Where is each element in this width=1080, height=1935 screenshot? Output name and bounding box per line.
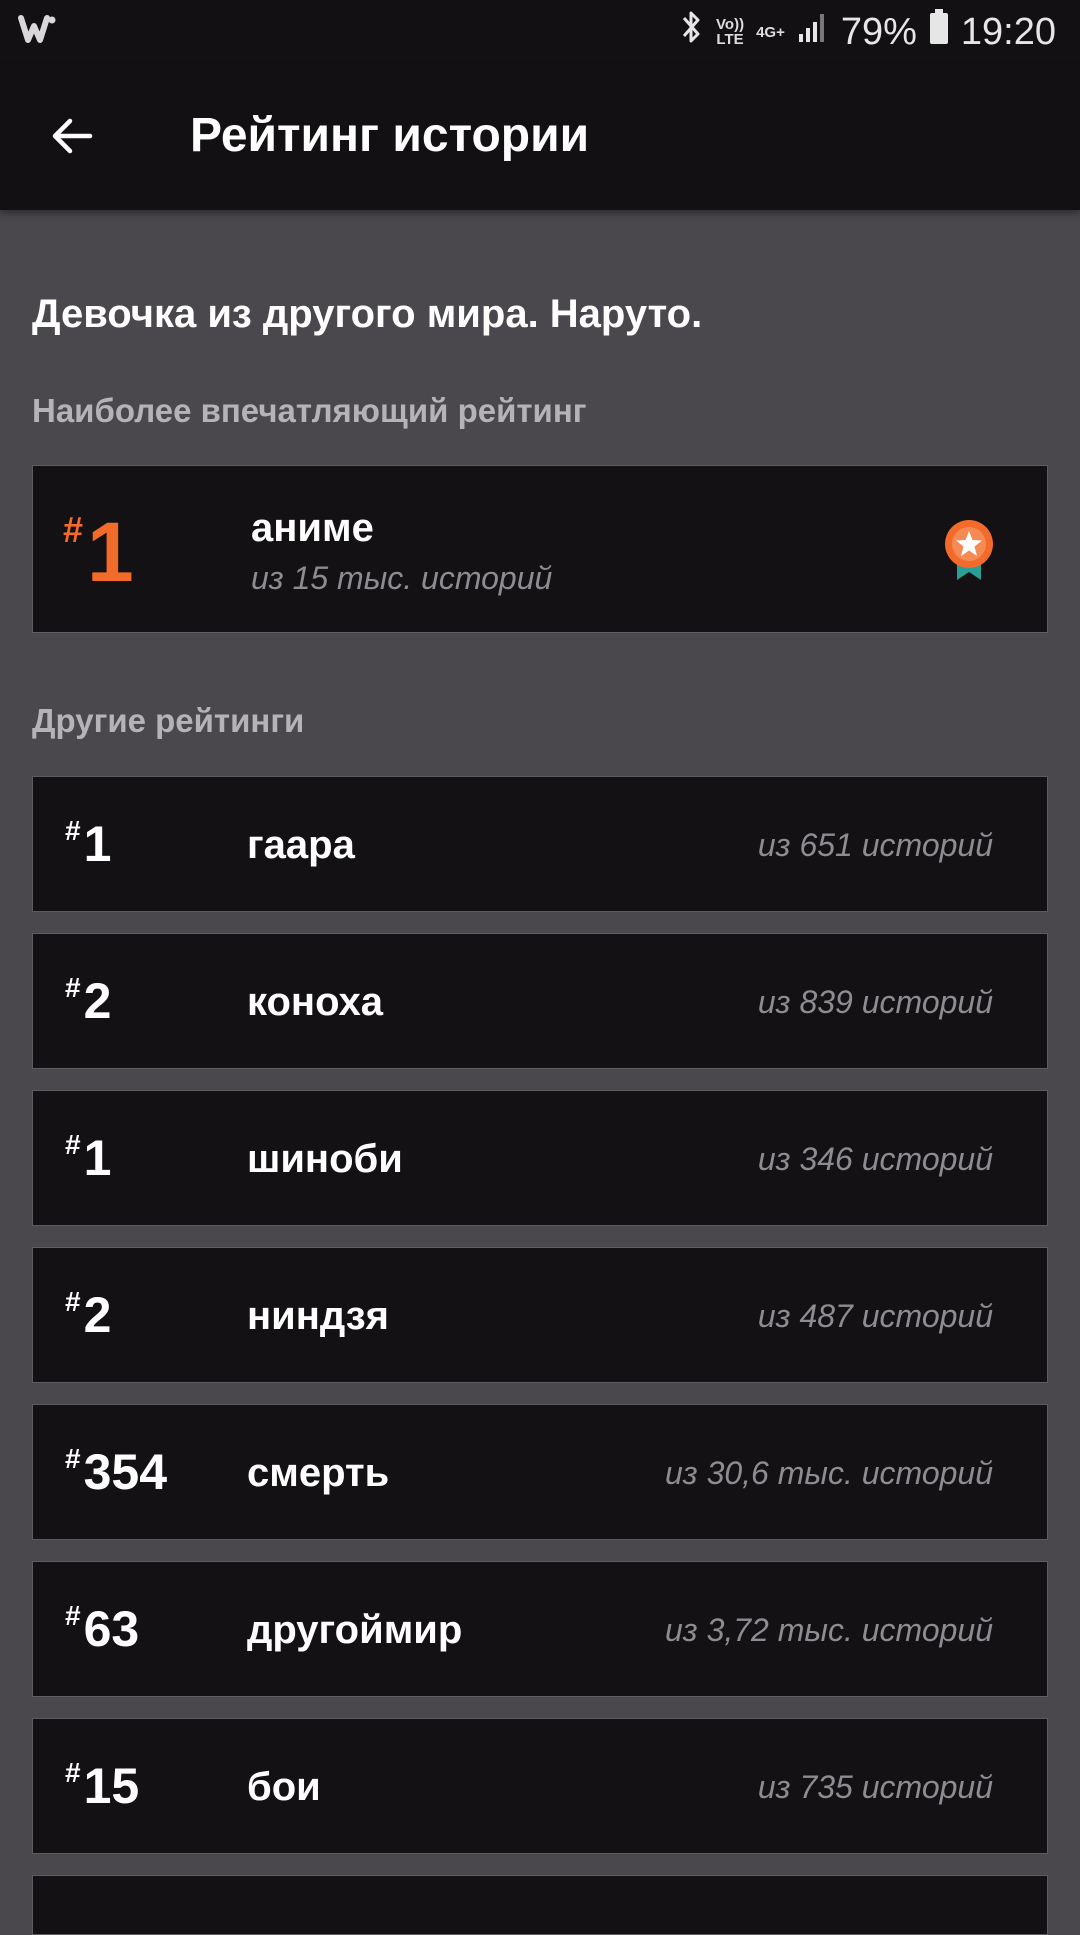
medal-icon <box>943 518 995 582</box>
rank-number: 2 <box>83 973 112 1029</box>
bluetooth-icon <box>680 8 704 56</box>
rank-number: 354 <box>83 1444 168 1500</box>
rank-hash: # <box>65 972 81 1003</box>
story-title: Девочка из другого мира. Наруто. <box>32 292 703 336</box>
featured-tag-count: из 15 тыс. историй <box>251 560 553 596</box>
tag-count: из 3,72 тыс. историй <box>665 1612 993 1648</box>
status-bar: Vo)) LTE 4G+ 79% 19:20 <box>0 0 1080 64</box>
tag-name: коноха <box>247 980 384 1024</box>
rank-hash: # <box>65 1443 81 1474</box>
tag-count: из 30,6 тыс. историй <box>665 1455 993 1491</box>
tag-count: из 346 историй <box>757 1141 993 1177</box>
rank-number: 1 <box>87 505 134 599</box>
rank-hash: # <box>65 1600 81 1631</box>
back-button[interactable] <box>40 104 104 168</box>
battery-percent: 79% <box>840 10 917 53</box>
tag-count: из 487 историй <box>757 1298 993 1334</box>
featured-rank: # 1 <box>63 510 134 594</box>
arrow-left-icon <box>52 118 93 154</box>
rank-number: 1 <box>83 1130 112 1186</box>
tag-name: шиноби <box>247 1137 403 1181</box>
rank-hash: # <box>63 509 84 550</box>
ranking-card[interactable]: # 15 бои из 735 историй <box>32 1718 1048 1854</box>
volte-indicator: Vo)) LTE <box>716 17 744 47</box>
ranking-card[interactable]: # 2 ниндзя из 487 историй <box>32 1247 1048 1383</box>
rank-hash: # <box>65 1286 81 1317</box>
rank-number: 2 <box>83 1287 112 1343</box>
tag-name: ниндзя <box>247 1294 390 1338</box>
rank: # 63 <box>65 1600 140 1657</box>
featured-section-label: Наиболее впечатляющий рейтинг <box>32 392 587 429</box>
lte-text: LTE <box>716 31 744 48</box>
tag-name: бои <box>247 1765 321 1809</box>
featured-ranking-card[interactable]: # 1 аниме из 15 тыс. историй <box>32 465 1048 633</box>
signal-icon <box>797 10 829 54</box>
rank-number: 15 <box>83 1758 140 1814</box>
rank: # 2 <box>65 972 112 1029</box>
tag-count: из 651 историй <box>757 827 993 863</box>
ranking-card[interactable]: # 1 шиноби из 346 историй <box>32 1090 1048 1226</box>
rank-number: 63 <box>83 1601 140 1657</box>
rank-hash: # <box>65 1129 81 1160</box>
other-rankings-label: Другие рейтинги <box>32 702 305 739</box>
rank-hash: # <box>65 815 81 846</box>
rank: # 2 <box>65 1286 112 1343</box>
tag-count: из 839 историй <box>757 984 993 1020</box>
battery-icon <box>929 9 949 55</box>
rank: # 354 <box>65 1443 168 1500</box>
tag-name: гаара <box>247 823 355 867</box>
network-gen-indicator: 4G+ <box>756 23 785 41</box>
rank: # 15 <box>65 1757 140 1814</box>
featured-tag-name: аниме <box>251 506 374 550</box>
rank-hash: # <box>65 1757 81 1788</box>
tag-count: из 735 историй <box>757 1769 993 1805</box>
clock: 19:20 <box>960 10 1056 53</box>
ranking-card[interactable]: # 2 коноха из 839 историй <box>32 933 1048 1069</box>
ranking-card[interactable]: # 354 смерть из 30,6 тыс. историй <box>32 1404 1048 1540</box>
status-indicators: Vo)) LTE 4G+ 79% 19:20 <box>680 0 1056 64</box>
app-bar: Рейтинг истории <box>0 64 1080 210</box>
ranking-card[interactable]: # 1 гаара из 651 историй <box>32 776 1048 912</box>
wattpad-logo-icon <box>18 12 58 51</box>
rank: # 1 <box>65 815 112 872</box>
page-title: Рейтинг истории <box>190 109 590 162</box>
ranking-card-partial[interactable] <box>32 1875 1048 1935</box>
tag-name: другоймир <box>247 1608 463 1652</box>
rank: # 1 <box>65 1129 112 1186</box>
ranking-card[interactable]: # 63 другоймир из 3,72 тыс. историй <box>32 1561 1048 1697</box>
rank-number: 1 <box>83 816 112 872</box>
tag-name: смерть <box>247 1451 390 1495</box>
